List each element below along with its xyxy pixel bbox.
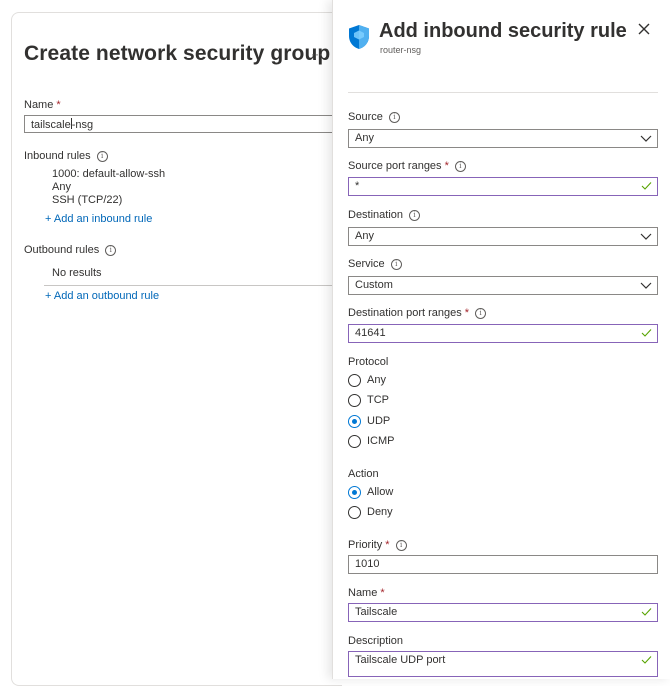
protocol-option-label: TCP — [367, 394, 389, 406]
priority-value: 1010 — [355, 558, 380, 570]
required-mark: * — [56, 99, 61, 111]
add-inbound-rule-link[interactable]: + Add an inbound rule — [45, 213, 152, 225]
page-title: Create network security group — [24, 42, 331, 65]
destination-dropdown[interactable]: Any — [348, 227, 658, 246]
source-port-label-text: Source port ranges — [348, 160, 442, 172]
name-label: Name * — [24, 99, 61, 111]
rule-name-label-text: Name — [348, 587, 378, 599]
nsg-name-input[interactable]: tailscale-nsg — [24, 115, 340, 133]
panel-title: Add inbound security rule — [379, 20, 627, 42]
create-nsg-blade — [11, 12, 342, 686]
check-icon — [641, 608, 652, 616]
radio-button[interactable] — [348, 505, 361, 519]
protocol-option-any[interactable]: Any — [348, 372, 386, 388]
protocol-option-label: ICMP — [367, 435, 395, 447]
inbound-rule-line3: SSH (TCP/22) — [52, 194, 123, 206]
service-label-text: Service — [348, 258, 385, 270]
name-label-text: Name — [24, 99, 54, 111]
destination-value: Any — [355, 230, 374, 242]
chevron-down-icon — [640, 135, 652, 142]
rule-name-input[interactable]: Tailscale — [348, 603, 658, 622]
inbound-rule-line2: Any — [52, 181, 71, 193]
description-input[interactable]: Tailscale UDP port — [348, 651, 658, 677]
outbound-empty-text: No results — [52, 267, 102, 279]
chevron-down-icon — [640, 233, 652, 240]
nsg-name-value-end: -nsg — [71, 119, 94, 131]
protocol-option-udp[interactable]: UDP — [348, 413, 390, 429]
outbound-rules-label: Outbound rules i — [24, 244, 117, 256]
description-label: Description — [348, 635, 404, 647]
inbound-rule-line1: 1000: default-allow-ssh — [52, 168, 166, 180]
destination-port-input[interactable]: 41641 — [348, 324, 658, 343]
info-icon[interactable]: i — [388, 112, 400, 123]
radio-button[interactable] — [348, 373, 361, 387]
check-icon — [641, 182, 652, 190]
protocol-option-tcp[interactable]: TCP — [348, 392, 389, 408]
destination-port-value: 41641 — [355, 327, 386, 339]
required-mark: * — [380, 587, 385, 599]
info-icon[interactable]: i — [395, 540, 407, 551]
destination-label-text: Destination — [348, 209, 404, 221]
priority-label-text: Priority — [348, 539, 383, 551]
priority-input[interactable]: 1010 — [348, 555, 658, 574]
panel-subtitle: router-nsg — [380, 45, 422, 55]
required-mark: * — [444, 160, 449, 172]
required-mark: * — [385, 539, 390, 551]
stage: Create network security group ··· Name *… — [0, 0, 670, 686]
protocol-option-icmp[interactable]: ICMP — [348, 433, 395, 449]
required-mark: * — [464, 307, 470, 319]
source-dropdown[interactable]: Any — [348, 129, 658, 148]
source-port-label: Source port ranges * i — [348, 160, 466, 172]
priority-label: Priority * i — [348, 539, 407, 551]
radio-button-selected[interactable] — [348, 414, 361, 428]
radio-button[interactable] — [348, 434, 361, 448]
header-separator — [348, 92, 658, 93]
service-label: Service i — [348, 258, 402, 270]
destination-port-label-text: Destination port ranges — [348, 307, 462, 319]
radio-button[interactable] — [348, 393, 361, 407]
add-outbound-rule-link[interactable]: + Add an outbound rule — [45, 290, 159, 302]
service-value: Custom — [355, 279, 393, 291]
action-option-label: Deny — [367, 506, 393, 518]
service-dropdown[interactable]: Custom — [348, 276, 658, 295]
destination-label: Destination i — [348, 209, 421, 221]
action-option-label: Allow — [367, 486, 394, 498]
info-icon[interactable]: i — [475, 308, 487, 319]
source-label: Source i — [348, 111, 400, 123]
info-icon[interactable]: i — [454, 161, 466, 172]
source-port-value: * — [355, 180, 360, 192]
nsg-name-value-start: tailscale — [31, 119, 71, 131]
destination-port-label: Destination port ranges * i — [348, 307, 487, 319]
source-label-text: Source — [348, 111, 383, 123]
info-icon[interactable]: i — [105, 245, 117, 256]
protocol-option-label: UDP — [367, 415, 391, 427]
info-icon[interactable]: i — [96, 151, 108, 162]
chevron-down-icon — [640, 282, 652, 289]
rule-name-value: Tailscale — [355, 606, 398, 618]
action-option-allow[interactable]: Allow — [348, 484, 393, 500]
radio-button-selected[interactable] — [348, 485, 361, 499]
rule-name-label: Name * — [348, 587, 385, 599]
outbound-rules-label-text: Outbound rules — [24, 244, 100, 256]
check-icon — [641, 329, 652, 337]
close-icon[interactable] — [637, 22, 651, 36]
outbound-divider — [44, 285, 340, 286]
more-options-button[interactable]: ··· — [311, 47, 323, 61]
protocol-label: Protocol — [348, 356, 389, 368]
shield-icon — [349, 25, 369, 49]
action-label: Action — [348, 468, 379, 480]
source-port-input[interactable]: * — [348, 177, 658, 196]
info-icon[interactable]: i — [390, 259, 402, 270]
source-value: Any — [355, 132, 374, 144]
inbound-rules-label-text: Inbound rules — [24, 150, 91, 162]
info-icon[interactable]: i — [409, 210, 421, 221]
protocol-option-label: Any — [367, 374, 386, 386]
action-option-deny[interactable]: Deny — [348, 504, 393, 520]
inbound-rules-label: Inbound rules i — [24, 150, 108, 162]
description-value: Tailscale UDP port — [355, 654, 446, 666]
check-icon — [641, 656, 652, 664]
